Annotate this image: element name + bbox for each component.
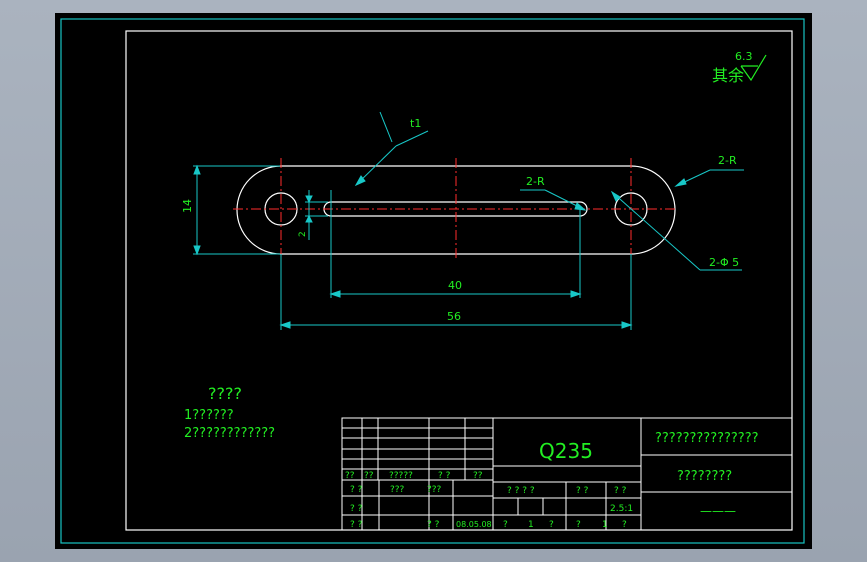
tb-sheet-2: 1: [528, 520, 534, 530]
tb-sheet-4: ?: [576, 520, 581, 530]
cad-viewport: t1 14 2 40 56 2-R 2-R 2-Φ 5 其余 6.3 ???? …: [55, 13, 812, 549]
material: Q235: [539, 439, 593, 463]
notes-heading: ????: [208, 384, 242, 403]
tb-row1-3: ???: [427, 485, 442, 495]
tb-row2-1: ? ?: [350, 504, 363, 514]
tb-header-2: ??: [364, 471, 374, 481]
tb-sheet-5: 1: [602, 520, 608, 530]
tb-header-4: ? ?: [438, 471, 451, 481]
tb-header-3: ?????: [389, 471, 413, 481]
dim-56-label: 56: [447, 310, 461, 323]
tb-scale-header-1: ? ? ? ?: [507, 486, 535, 496]
roughness-value: 6.3: [735, 50, 753, 63]
tb-row3-1: ? ?: [350, 520, 363, 530]
leader-slot-radius-label: 2-R: [526, 175, 545, 188]
tb-row3-2: ? ?: [427, 520, 440, 530]
dim-40-label: 40: [448, 279, 462, 292]
notes-line-2: 2????????????: [184, 426, 275, 441]
leader-holes-label: 2-Φ 5: [709, 256, 739, 269]
dim-slot-width-label: 2: [298, 231, 308, 237]
dim-height-label: 14: [181, 199, 194, 213]
tb-row1-1: ? ?: [350, 485, 363, 495]
tb-row1-2: ???: [390, 485, 405, 495]
thickness-label: t1: [410, 117, 421, 130]
tb-scale-header-2: ? ?: [576, 486, 589, 496]
company-name: ???????????????: [655, 431, 759, 446]
roughness-prefix: 其余: [712, 66, 744, 85]
tb-date: 08.05.08: [456, 520, 492, 529]
part-name: ????????: [677, 469, 732, 484]
leader-end-radius-label: 2-R: [718, 154, 737, 167]
scale-value: 2.5:1: [610, 504, 633, 514]
tb-header-1: ??: [345, 471, 355, 481]
tb-header-5: ??: [473, 471, 483, 481]
tb-sheet-6: ?: [622, 520, 627, 530]
tb-scale-header-3: ? ?: [614, 486, 627, 496]
drawing-number: ———: [700, 504, 736, 518]
tb-sheet-3: ?: [549, 520, 554, 530]
notes-line-1: 1??????: [184, 408, 234, 423]
tb-sheet-1: ?: [503, 520, 508, 530]
